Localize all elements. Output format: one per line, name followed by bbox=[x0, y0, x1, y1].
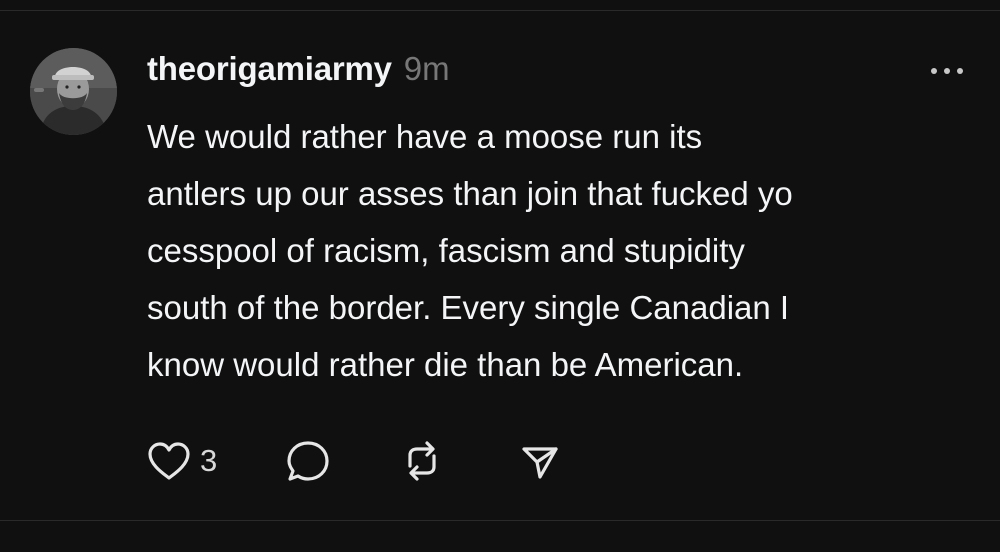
comment-bubble-icon bbox=[284, 438, 332, 484]
bottom-divider bbox=[0, 520, 1000, 521]
top-divider bbox=[0, 10, 1000, 11]
like-count: 3 bbox=[200, 443, 218, 478]
send-icon bbox=[520, 441, 560, 481]
more-options-button[interactable] bbox=[926, 56, 968, 86]
comment-button[interactable] bbox=[284, 436, 332, 486]
post-text-line: We would rather have a moose run its bbox=[147, 118, 703, 155]
repost-icon bbox=[398, 438, 446, 484]
heart-icon bbox=[146, 440, 192, 482]
more-horizontal-icon bbox=[930, 67, 964, 75]
post-text-line: antlers up our asses than join that fuck… bbox=[147, 175, 793, 212]
post-text-line: know would rather die than be American. bbox=[147, 346, 744, 383]
post-header: theorigamiarmy 9m bbox=[147, 50, 450, 90]
avatar[interactable] bbox=[30, 48, 117, 135]
post-actions: 3 bbox=[146, 436, 566, 486]
post-timestamp: 9m bbox=[403, 50, 450, 87]
username[interactable]: theorigamiarmy bbox=[147, 50, 392, 88]
post-text-line: cesspool of racism, fascism and stupidit… bbox=[147, 232, 745, 269]
repost-button[interactable] bbox=[398, 436, 446, 486]
avatar-image bbox=[30, 48, 117, 135]
post-text: We would rather have a moose run its ant… bbox=[147, 108, 987, 393]
share-button[interactable] bbox=[520, 436, 560, 486]
post-text-line: south of the border. Every single Canadi… bbox=[147, 289, 790, 326]
like-button[interactable]: 3 bbox=[146, 436, 217, 486]
